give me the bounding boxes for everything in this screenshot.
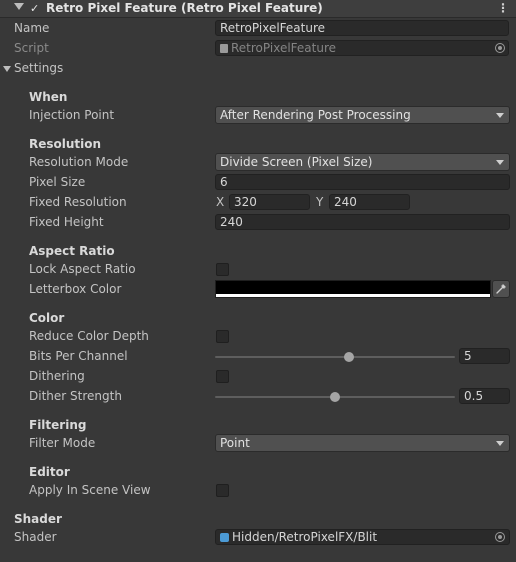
injection-point-label: Injection Point: [29, 108, 115, 122]
fixed-resolution-x-field[interactable]: 320: [229, 194, 310, 210]
dithering-row: Dithering: [0, 367, 516, 387]
apply-scene-label: Apply In Scene View: [29, 483, 151, 497]
script-value: RetroPixelFeature: [231, 41, 336, 55]
injection-point-row: Injection Point After Rendering Post Pro…: [0, 106, 516, 126]
chevron-down-icon: [496, 160, 504, 165]
name-field[interactable]: RetroPixelFeature: [215, 20, 509, 36]
dithering-label: Dithering: [29, 369, 85, 383]
lock-aspect-label: Lock Aspect Ratio: [29, 262, 136, 276]
bits-per-channel-field[interactable]: 5: [459, 348, 510, 364]
fixed-height-field[interactable]: 240: [215, 214, 510, 230]
letterbox-color-row: Letterbox Color: [0, 280, 516, 300]
reduce-depth-checkbox[interactable]: [216, 330, 229, 343]
script-row: Script RetroPixelFeature: [0, 39, 516, 59]
resolution-mode-label: Resolution Mode: [29, 155, 129, 169]
injection-point-dropdown[interactable]: After Rendering Post Processing: [215, 106, 510, 124]
resolution-heading: Resolution: [29, 137, 102, 151]
fixed-resolution-y-field[interactable]: 240: [329, 194, 410, 210]
reduce-depth-label: Reduce Color Depth: [29, 329, 149, 343]
apply-scene-row: Apply In Scene View: [0, 481, 516, 501]
reduce-depth-row: Reduce Color Depth: [0, 327, 516, 347]
resolution-mode-row: Resolution Mode Divide Screen (Pixel Siz…: [0, 153, 516, 173]
pixel-size-label: Pixel Size: [29, 175, 86, 189]
dither-slider-thumb[interactable]: [330, 392, 340, 402]
when-heading: When: [29, 90, 68, 104]
name-row: Name RetroPixelFeature: [0, 19, 516, 39]
script-asset-icon: [220, 44, 228, 53]
eyedropper-icon[interactable]: [492, 280, 510, 298]
dither-strength-label: Dither Strength: [29, 389, 122, 403]
injection-point-value: After Rendering Post Processing: [220, 108, 411, 122]
script-label: Script: [14, 41, 49, 55]
filter-mode-row: Filter Mode Point: [0, 434, 516, 454]
aspect-ratio-heading: Aspect Ratio: [29, 244, 115, 258]
shader-asset-icon: [220, 533, 229, 542]
fixed-resolution-row: Fixed Resolution X 320 Y 240: [0, 193, 516, 213]
pixel-size-row: Pixel Size 6: [0, 173, 516, 193]
shader-value: Hidden/RetroPixelFX/Blit: [232, 530, 378, 544]
letterbox-color-label: Letterbox Color: [29, 282, 122, 296]
script-field[interactable]: RetroPixelFeature: [215, 40, 509, 56]
shader-field[interactable]: Hidden/RetroPixelFX/Blit: [215, 529, 510, 545]
dithering-checkbox[interactable]: [216, 370, 229, 383]
bits-slider-track[interactable]: [215, 356, 455, 358]
fixed-height-label: Fixed Height: [29, 215, 104, 229]
shader-label: Shader: [14, 530, 57, 544]
chevron-down-icon: [496, 113, 504, 118]
kebab-menu-icon[interactable]: ⋮: [497, 1, 509, 15]
object-picker-icon[interactable]: [495, 43, 505, 53]
component-header[interactable]: ✓ Retro Pixel Feature (Retro Pixel Featu…: [0, 0, 516, 18]
x-axis-label: X: [216, 195, 225, 209]
lock-aspect-checkbox[interactable]: [216, 263, 229, 276]
filter-mode-label: Filter Mode: [29, 436, 96, 450]
filter-mode-dropdown[interactable]: Point: [215, 434, 510, 452]
shader-row: Shader Hidden/RetroPixelFX/Blit: [0, 528, 516, 548]
filtering-heading: Filtering: [29, 418, 87, 432]
settings-foldout[interactable]: Settings: [0, 59, 516, 79]
bits-per-channel-row: Bits Per Channel 5: [0, 347, 516, 367]
bits-slider-thumb[interactable]: [344, 352, 355, 362]
lock-aspect-row: Lock Aspect Ratio: [0, 260, 516, 280]
object-picker-icon[interactable]: [495, 532, 505, 542]
editor-heading: Editor: [29, 465, 70, 479]
chevron-down-icon: [496, 441, 504, 446]
pixel-size-field[interactable]: 6: [215, 174, 510, 190]
color-heading: Color: [29, 311, 65, 325]
resolution-mode-dropdown[interactable]: Divide Screen (Pixel Size): [215, 153, 510, 171]
shader-heading: Shader: [14, 512, 62, 526]
name-label: Name: [14, 21, 50, 35]
dither-strength-row: Dither Strength 0.5: [0, 387, 516, 407]
settings-fold-icon[interactable]: [3, 66, 11, 72]
dither-strength-field[interactable]: 0.5: [459, 388, 510, 404]
letterbox-color-swatch[interactable]: [215, 280, 491, 298]
fixed-height-row: Fixed Height 240: [0, 213, 516, 233]
y-axis-label: Y: [316, 195, 324, 209]
apply-scene-checkbox[interactable]: [216, 484, 229, 497]
foldout-arrow-icon[interactable]: [14, 3, 24, 10]
component-title: Retro Pixel Feature (Retro Pixel Feature…: [46, 1, 323, 15]
resolution-mode-value: Divide Screen (Pixel Size): [220, 155, 373, 169]
enable-checkbox-icon[interactable]: ✓: [30, 2, 39, 15]
filter-mode-value: Point: [220, 436, 250, 450]
bits-per-channel-label: Bits Per Channel: [29, 349, 128, 363]
fixed-resolution-label: Fixed Resolution: [29, 195, 127, 209]
settings-label: Settings: [14, 61, 64, 75]
